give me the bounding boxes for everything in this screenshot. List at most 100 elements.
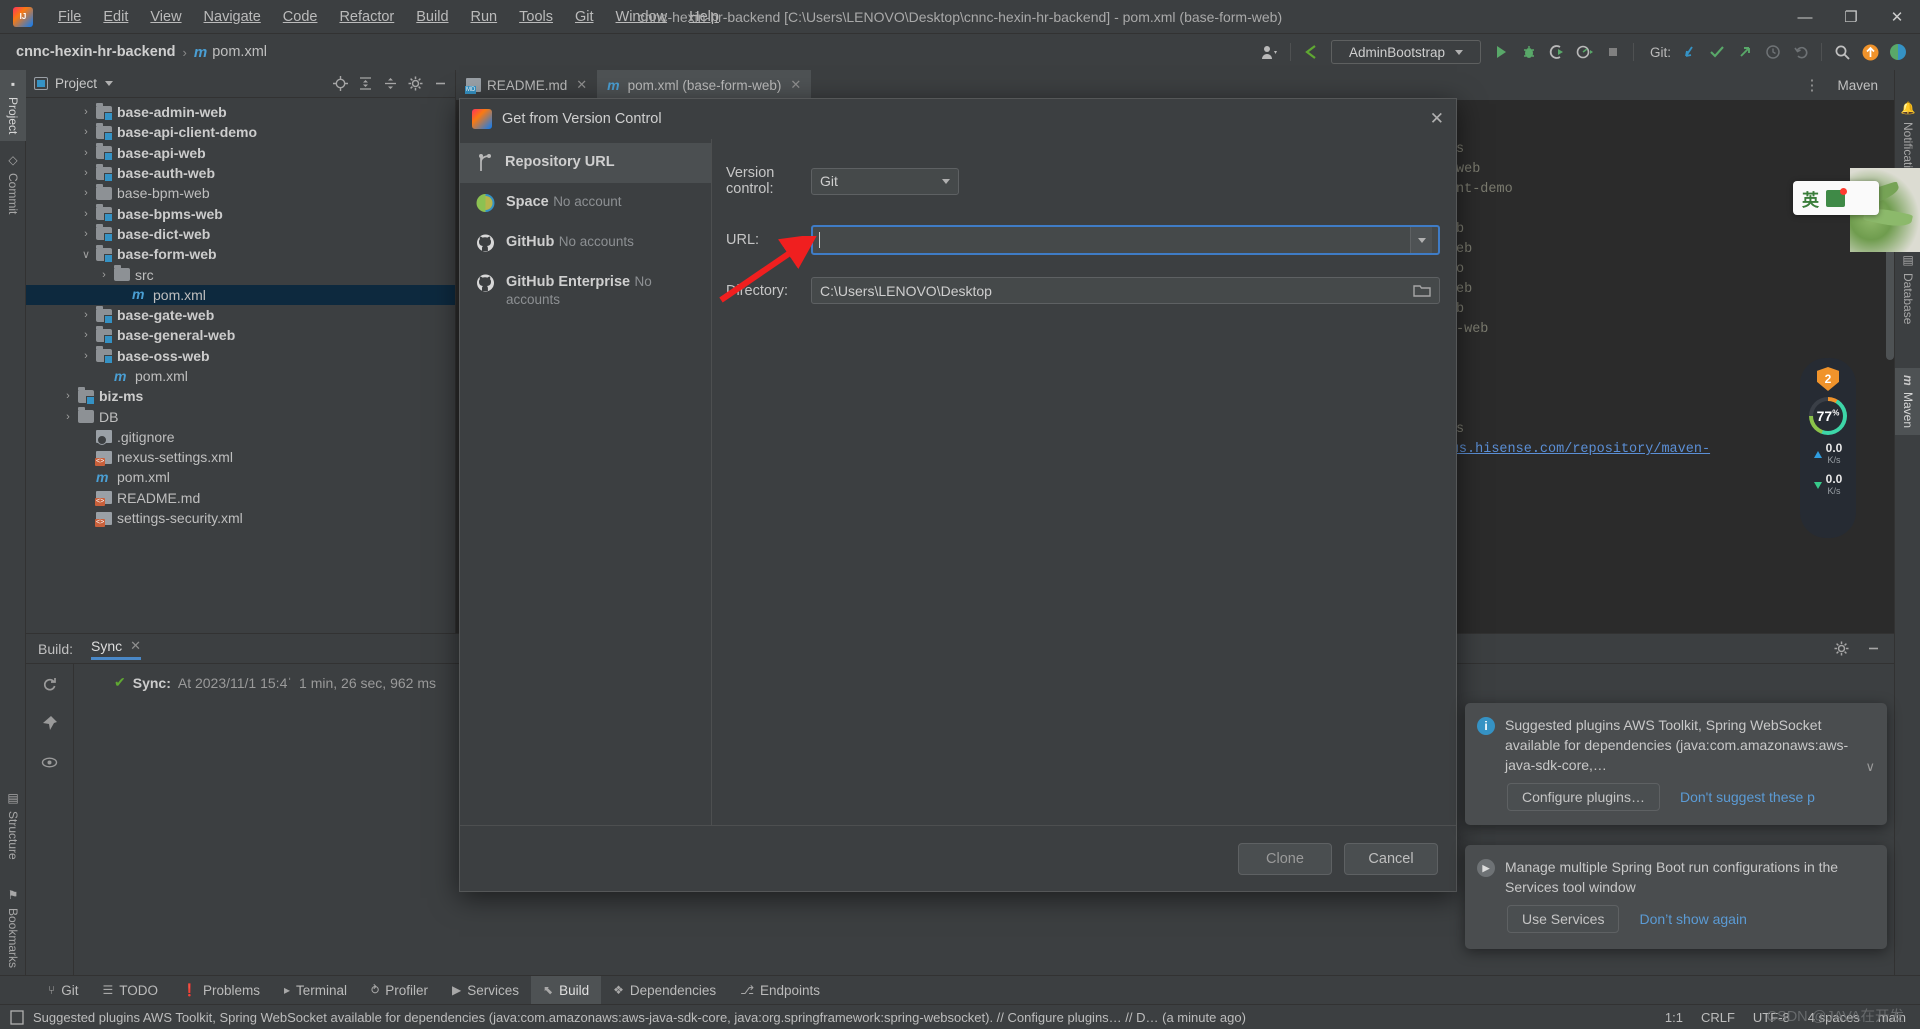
folder-open-icon[interactable] — [1413, 283, 1431, 298]
stop-icon[interactable] — [1599, 38, 1627, 66]
menu-item-window[interactable]: Window — [605, 5, 679, 29]
close-button[interactable]: ✕ — [1874, 0, 1920, 34]
chevron-right-icon[interactable]: › — [80, 126, 92, 138]
git-commit-icon[interactable] — [1703, 38, 1731, 66]
bottom-tab-build[interactable]: ⬉ Build — [531, 975, 602, 1005]
tree-row[interactable]: › base-dict-web — [26, 224, 455, 244]
sidebar-item-project[interactable]: ▪ Project — [0, 70, 26, 142]
clone-button[interactable]: Clone — [1238, 842, 1332, 875]
chevron-right-icon[interactable]: › — [80, 329, 92, 341]
debug-icon[interactable] — [1515, 38, 1543, 66]
tree-row[interactable]: › nexus-settings.xml — [26, 447, 455, 467]
url-input[interactable] — [811, 225, 1440, 255]
locate-file-icon[interactable] — [329, 73, 351, 95]
configure-plugins-button[interactable]: Configure plugins… — [1507, 783, 1660, 811]
maximize-button[interactable]: ❐ — [1828, 0, 1874, 34]
url-history-dropdown-button[interactable] — [1410, 227, 1432, 253]
chevron-down-icon[interactable]: ∨ — [80, 248, 92, 261]
use-services-button[interactable]: Use Services — [1507, 905, 1620, 933]
hide-panel-icon[interactable] — [1862, 638, 1884, 660]
tree-row[interactable]: › src — [26, 264, 455, 284]
git-history-icon[interactable] — [1759, 38, 1787, 66]
gear-icon[interactable] — [404, 73, 426, 95]
collapse-all-icon[interactable] — [379, 73, 401, 95]
tree-row[interactable]: ∨ base-form-web — [26, 244, 455, 264]
tree-row[interactable]: › base-oss-web — [26, 346, 455, 366]
chevron-right-icon[interactable]: › — [80, 431, 92, 443]
sidebar-item-structure[interactable]: ▤ Structure — [0, 784, 26, 867]
bottom-tab-git[interactable]: ⑂ Git — [36, 976, 90, 1005]
chevron-right-icon[interactable]: › — [80, 106, 92, 118]
editor-tab-readme[interactable]: README.md ✕ — [456, 70, 597, 100]
run-with-coverage-icon[interactable] — [1543, 38, 1571, 66]
minimize-button[interactable]: — — [1782, 0, 1828, 34]
tree-row[interactable]: › DB — [26, 406, 455, 426]
gear-icon[interactable] — [1830, 638, 1852, 660]
close-icon[interactable]: ✕ — [130, 638, 141, 654]
bottom-tab-todo[interactable]: ☰ TODO — [90, 976, 170, 1005]
build-tab-sync[interactable]: Sync ✕ — [91, 638, 142, 660]
tree-row[interactable]: › m pom.xml — [26, 467, 455, 487]
dont-show-again-link[interactable]: Don’t show again — [1639, 911, 1746, 927]
sidebar-item-commit[interactable]: ◇ Commit — [0, 146, 26, 221]
menu-item-tools[interactable]: Tools — [508, 5, 564, 29]
back-arrow-icon[interactable] — [1297, 38, 1325, 66]
directory-input[interactable]: C:\Users\LENOVO\Desktop — [811, 277, 1440, 304]
tree-row[interactable]: › m pom.xml — [26, 366, 455, 386]
chevron-right-icon[interactable]: › — [80, 350, 92, 362]
eye-icon[interactable] — [41, 754, 58, 771]
chevron-right-icon[interactable]: › — [80, 147, 92, 159]
chevron-right-icon[interactable]: › — [80, 309, 92, 321]
chevron-right-icon[interactable]: › — [80, 187, 92, 199]
tree-row[interactable]: › base-admin-web — [26, 102, 455, 122]
run-icon[interactable] — [1487, 38, 1515, 66]
tree-row[interactable]: › base-bpm-web — [26, 183, 455, 203]
menu-item-git[interactable]: Git — [564, 5, 605, 29]
line-separator[interactable]: CRLF — [1701, 1010, 1735, 1025]
bottom-tab-services[interactable]: ▶ Services — [440, 976, 531, 1005]
bottom-tab-profiler[interactable]: ⥁ Profiler — [359, 976, 440, 1005]
tree-row[interactable]: › base-auth-web — [26, 163, 455, 183]
tree-row[interactable]: › base-bpms-web — [26, 203, 455, 223]
menu-item-build[interactable]: Build — [405, 5, 459, 29]
tree-row[interactable]: › base-api-web — [26, 143, 455, 163]
tree-row[interactable]: › .gitignore — [26, 427, 455, 447]
user-settings-icon[interactable] — [1256, 38, 1284, 66]
chevron-right-icon[interactable]: › — [98, 370, 110, 382]
ime-language-indicator[interactable]: 英 — [1793, 181, 1879, 215]
chevron-right-icon[interactable]: › — [80, 471, 92, 483]
tree-row[interactable]: › README.md — [26, 488, 455, 508]
chevron-right-icon[interactable]: › — [80, 167, 92, 179]
search-everywhere-icon[interactable] — [1828, 38, 1856, 66]
notification-icon[interactable] — [10, 1009, 24, 1025]
chevron-right-icon[interactable]: › — [62, 390, 74, 402]
menu-item-run[interactable]: Run — [460, 5, 509, 29]
menu-item-view[interactable]: View — [139, 5, 192, 29]
tree-row[interactable]: › biz-ms — [26, 386, 455, 406]
tree-row[interactable]: › base-api-client-demo — [26, 122, 455, 142]
dialog-sidebar-item-github-enterprise[interactable]: GitHub Enterprise No accounts — [460, 263, 711, 319]
rerun-icon[interactable] — [41, 676, 58, 693]
hide-panel-icon[interactable] — [429, 73, 451, 95]
bottom-tab-problems[interactable]: ❗ Problems — [170, 976, 272, 1005]
sidebar-item-database[interactable]: ▤ Database — [1895, 246, 1920, 331]
tree-row[interactable]: › base-general-web — [26, 325, 455, 345]
dialog-sidebar-item-repository-url[interactable]: Repository URL — [460, 143, 711, 183]
git-rollback-icon[interactable] — [1787, 38, 1815, 66]
sidebar-item-maven[interactable]: m Maven — [1895, 368, 1920, 435]
status-bar-message[interactable]: Suggested plugins AWS Toolkit, Spring We… — [33, 1010, 1246, 1025]
chevron-right-icon[interactable]: › — [80, 451, 92, 463]
chevron-right-icon[interactable]: › — [80, 228, 92, 240]
bottom-tab-endpoints[interactable]: ⎇ Endpoints — [728, 976, 832, 1005]
chevron-right-icon[interactable]: › — [116, 289, 128, 301]
ide-feature-trainer-icon[interactable] — [1884, 38, 1912, 66]
chevron-right-icon[interactable]: › — [98, 269, 110, 281]
menu-item-help[interactable]: Help — [678, 5, 730, 29]
bottom-tab-dependencies[interactable]: ❖ Dependencies — [601, 976, 728, 1005]
chevron-right-icon[interactable]: › — [62, 411, 74, 423]
tree-row[interactable]: › base-gate-web — [26, 305, 455, 325]
menu-item-edit[interactable]: Edit — [92, 5, 139, 29]
dont-suggest-plugins-link[interactable]: Don't suggest these p — [1680, 789, 1815, 805]
menu-item-code[interactable]: Code — [272, 5, 329, 29]
network-monitor-widget[interactable]: 2 77% 0.0 K/s 0.0 K/s — [1800, 358, 1856, 538]
